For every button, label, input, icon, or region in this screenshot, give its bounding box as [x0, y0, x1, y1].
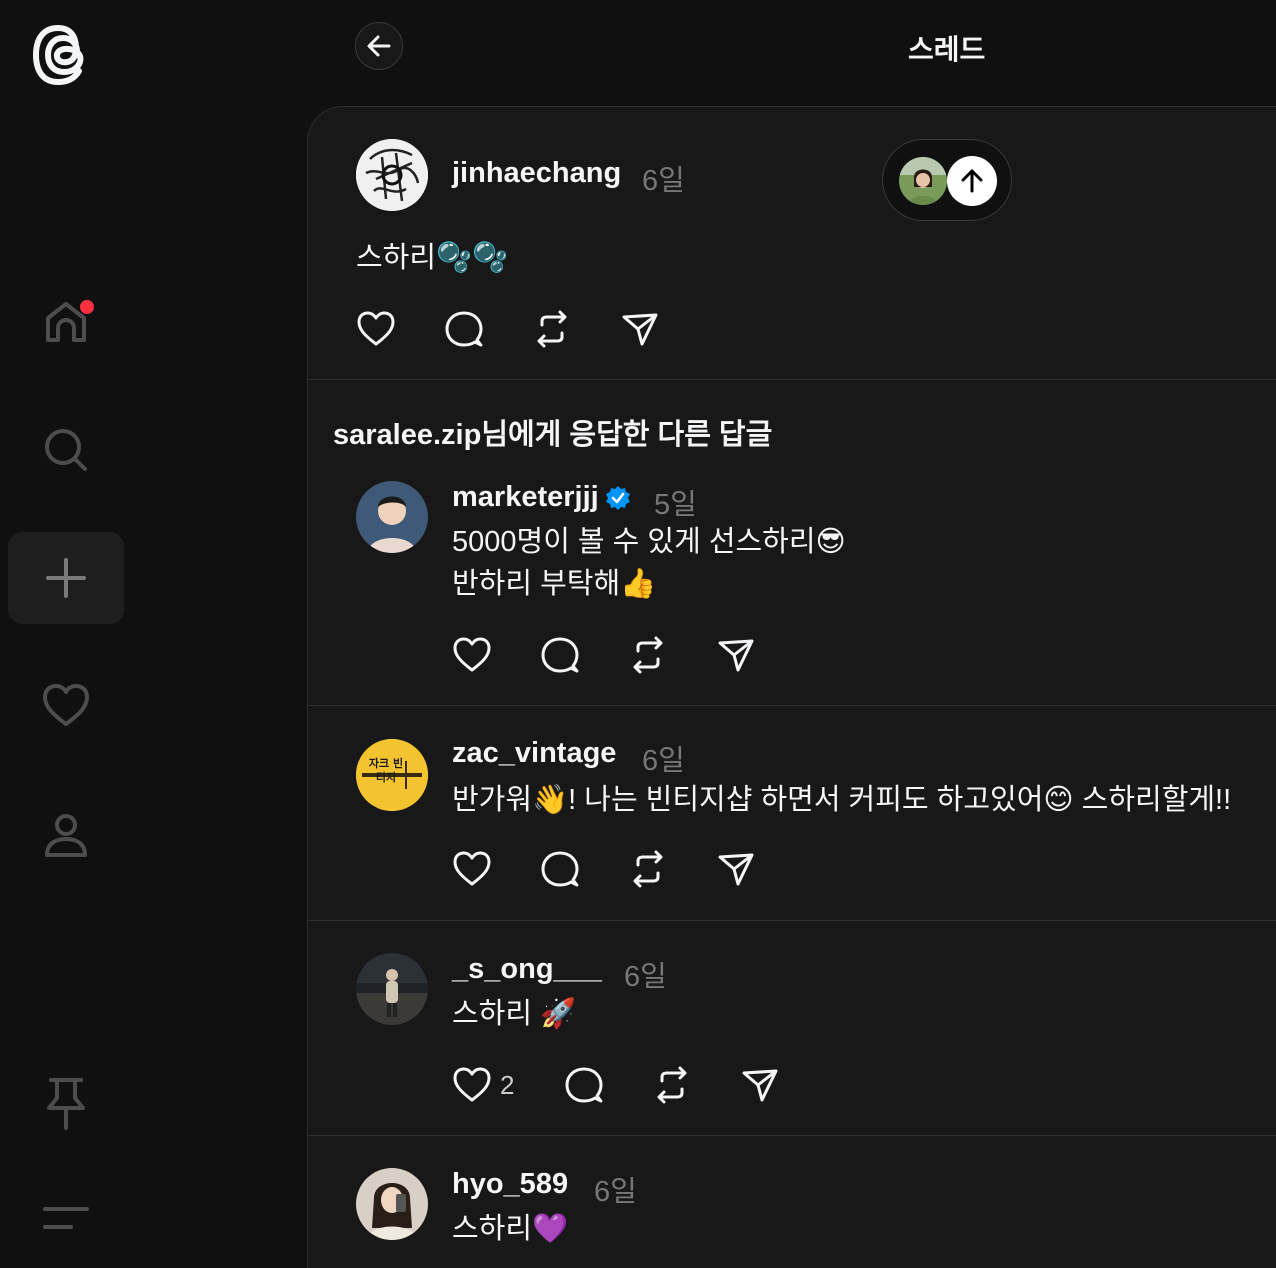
sidebar-item-menu[interactable] [8, 1172, 124, 1264]
repost-button[interactable] [652, 1063, 740, 1107]
sidebar-item-create[interactable] [8, 532, 124, 624]
avatar[interactable] [356, 139, 428, 211]
like-button[interactable]: 2 [452, 1063, 564, 1107]
repost-icon [633, 850, 663, 888]
avatar [899, 157, 947, 205]
avatar[interactable] [356, 953, 428, 1025]
post-actions [356, 307, 708, 351]
share-button[interactable] [740, 1063, 828, 1107]
reply-text-line: 5000명이 볼 수 있게 선스하리😎 [452, 526, 846, 558]
scroll-up-button[interactable] [947, 156, 997, 206]
avatar[interactable] [356, 1168, 428, 1240]
threads-logo-icon[interactable] [30, 20, 100, 90]
username[interactable]: _s_ong___ [452, 953, 602, 986]
arrow-up-icon [961, 169, 983, 193]
sidebar-item-home[interactable] [8, 276, 124, 368]
follow-pill[interactable] [882, 139, 1012, 221]
search-icon [45, 429, 87, 471]
person-icon [45, 814, 87, 857]
verified-badge-icon [605, 486, 630, 511]
comment-icon [541, 851, 579, 887]
post-actions [452, 847, 804, 891]
divider [308, 920, 1276, 921]
avatar[interactable] [356, 481, 428, 553]
heart-icon [453, 637, 491, 672]
post-actions [452, 633, 804, 677]
heart-icon [357, 311, 395, 346]
send-icon [742, 1069, 778, 1102]
username[interactable]: marketerjjj [452, 481, 631, 514]
plus-icon [46, 558, 86, 598]
reply-button[interactable] [540, 633, 628, 677]
sidebar-item-activity[interactable] [8, 660, 124, 752]
notification-dot [80, 300, 94, 314]
arrow-left-icon [367, 35, 391, 57]
repost-button[interactable] [628, 847, 716, 891]
share-button[interactable] [620, 307, 708, 351]
send-icon [718, 853, 754, 886]
heart-icon [43, 684, 89, 726]
top-bar: 스레드 [308, 0, 1276, 106]
repost-icon [537, 310, 567, 348]
section-title: saralee.zip님에게 응답한 다른 답글 [333, 419, 773, 451]
pin-icon [47, 1078, 85, 1130]
post-actions: 2 [452, 1063, 828, 1107]
page-title: 스레드 [908, 34, 986, 65]
post-text: 스하리🫧🫧 [356, 242, 509, 274]
reply-button[interactable] [564, 1063, 652, 1107]
share-button[interactable] [716, 847, 804, 891]
send-icon [622, 313, 658, 346]
reply-text-line: 스하리💜 [452, 1213, 569, 1245]
share-button[interactable] [716, 633, 804, 677]
heart-icon [453, 1067, 491, 1102]
divider [308, 1135, 1276, 1136]
divider [308, 705, 1276, 706]
timestamp[interactable]: 6일 [594, 1168, 637, 1210]
avatar[interactable]: 자크 빈티지 [356, 739, 428, 811]
username[interactable]: jinhaechang [452, 157, 621, 190]
sidebar [0, 0, 132, 1268]
repost-icon [657, 1066, 687, 1104]
like-button[interactable] [452, 847, 540, 891]
divider [308, 379, 1276, 380]
like-button[interactable] [452, 633, 540, 677]
reply-button[interactable] [444, 307, 532, 351]
reply-text-line: 스하리 🚀 [452, 998, 577, 1030]
comment-icon [541, 637, 579, 673]
timestamp[interactable]: 6일 [642, 737, 685, 779]
timestamp[interactable]: 6일 [624, 953, 667, 995]
like-button[interactable] [356, 307, 444, 351]
sidebar-item-pin[interactable] [8, 1058, 124, 1150]
sidebar-item-profile[interactable] [8, 790, 124, 882]
avatar-logo-text: 자크 빈티지 [368, 757, 404, 784]
comment-icon [445, 311, 483, 347]
menu-icon [43, 1207, 89, 1229]
send-icon [718, 639, 754, 672]
sidebar-item-search[interactable] [8, 404, 124, 496]
repost-button[interactable] [532, 307, 620, 351]
username[interactable]: hyo_589 [452, 1168, 568, 1201]
timestamp[interactable]: 5일 [654, 481, 697, 523]
username[interactable]: zac_vintage [452, 737, 616, 770]
thread-panel: jinhaechang 6일 스하리🫧🫧 saralee.zip님에게 응답한 … [307, 106, 1276, 1268]
heart-icon [453, 851, 491, 886]
reply-text-line: 반하리 부탁해👍 [452, 568, 657, 600]
timestamp[interactable]: 6일 [642, 157, 685, 199]
reply-button[interactable] [540, 847, 628, 891]
like-count: 2 [500, 1069, 515, 1100]
repost-icon [633, 636, 663, 674]
back-button[interactable] [355, 22, 403, 70]
repost-button[interactable] [628, 633, 716, 677]
reply-text-line: 반가워👋! 나는 빈티지샵 하면서 커피도 하고있어😊 스하리할게!! [452, 784, 1232, 816]
comment-icon [565, 1067, 603, 1103]
